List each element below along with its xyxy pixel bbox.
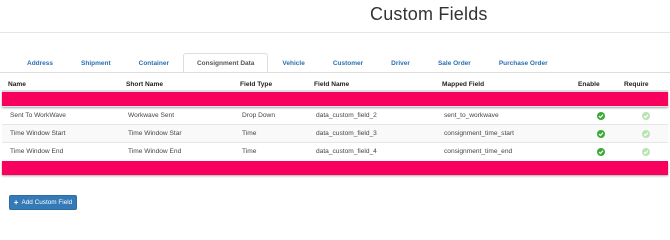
cell-name: Sent To WorkWave [2, 106, 120, 125]
tab-purchase-order[interactable]: Purchase Order [485, 54, 562, 72]
plus-icon: + [13, 197, 19, 207]
tab-driver[interactable]: Driver [377, 54, 424, 72]
cell-short-name: Workwave Sent [120, 106, 234, 125]
title-divider [0, 32, 670, 33]
column-header-require: Require [624, 78, 668, 92]
check-circle-icon[interactable] [642, 147, 650, 156]
tab-vehicle[interactable]: Vehicle [268, 54, 318, 72]
tab-divider [0, 72, 670, 73]
check-circle-icon[interactable] [597, 111, 605, 120]
tab-bar: Address Shipment Container Consignment D… [13, 53, 562, 72]
check-circle-icon[interactable] [642, 129, 650, 138]
cell-field-type: Time [234, 142, 308, 161]
cell-field-type: Drop Down [234, 106, 308, 125]
check-circle-icon[interactable] [597, 129, 605, 138]
table-header-row: Name Short Name Field Type Field Name Ma… [2, 78, 668, 92]
cell-enable [578, 142, 624, 161]
cell-field-name: data_custom_field_2 [308, 106, 436, 125]
highlighted-row-cell [2, 90, 668, 107]
page-title: Custom Fields [370, 4, 488, 24]
column-header-short-name: Short Name [120, 78, 234, 92]
add-custom-field-label: Add Custom Field [21, 199, 73, 206]
column-header-mapped-field: Mapped Field [436, 78, 578, 92]
cell-field-type: Time [234, 124, 308, 143]
tab-container[interactable]: Container [125, 54, 183, 72]
column-header-name: Name [2, 78, 120, 92]
cell-mapped-field: sent_to_workwave [436, 106, 578, 125]
cell-enable [578, 106, 624, 125]
cell-field-name: data_custom_field_4 [308, 142, 436, 161]
cell-require [624, 106, 668, 125]
cell-enable [578, 124, 624, 143]
tab-address[interactable]: Address [13, 54, 67, 72]
column-header-field-type: Field Type [234, 78, 308, 92]
highlighted-row-cell [2, 160, 668, 175]
tab-consignment-data[interactable]: Consignment Data [182, 53, 269, 72]
cell-short-name: Time Window Star [120, 124, 234, 143]
cell-name: Time Window End [2, 142, 120, 161]
column-header-enable: Enable [578, 78, 624, 92]
tab-sale-order[interactable]: Sale Order [424, 54, 485, 72]
check-circle-icon[interactable] [642, 111, 650, 120]
cell-require [624, 142, 668, 161]
cell-require [624, 124, 668, 143]
check-circle-icon[interactable] [597, 147, 605, 156]
highlighted-row[interactable] [2, 160, 668, 175]
cell-short-name: Time Window End [120, 142, 234, 161]
cell-mapped-field: consignment_time_start [436, 124, 578, 143]
custom-fields-table: Name Short Name Field Type Field Name Ma… [2, 78, 668, 175]
table-row[interactable]: Time Window Start Time Window Star Time … [2, 124, 668, 143]
add-custom-field-button[interactable]: + Add Custom Field [9, 195, 77, 210]
table-row[interactable]: Sent To WorkWave Workwave Sent Drop Down… [2, 106, 668, 125]
cell-name: Time Window Start [2, 124, 120, 143]
highlighted-row[interactable] [2, 90, 668, 107]
cell-field-name: data_custom_field_3 [308, 124, 436, 143]
column-header-field-name: Field Name [308, 78, 436, 92]
tab-customer[interactable]: Customer [319, 54, 377, 72]
tab-shipment[interactable]: Shipment [67, 54, 125, 72]
table-row[interactable]: Time Window End Time Window End Time dat… [2, 142, 668, 161]
cell-mapped-field: consignment_time_end [436, 142, 578, 161]
